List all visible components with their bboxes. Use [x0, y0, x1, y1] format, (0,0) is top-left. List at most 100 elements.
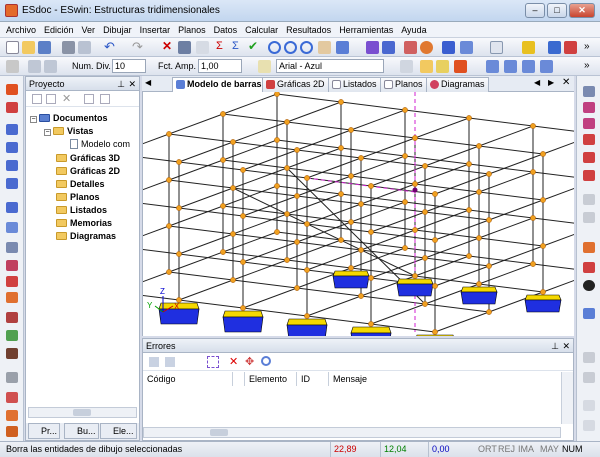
beam[interactable] [143, 133, 170, 154]
line-tool-icon[interactable] [6, 242, 18, 253]
load-tool-icon[interactable] [6, 160, 18, 171]
grid-tool-icon[interactable] [460, 41, 473, 54]
node[interactable] [176, 159, 182, 165]
beam-section-icon[interactable] [583, 194, 595, 205]
node[interactable] [412, 181, 418, 187]
node[interactable] [274, 183, 280, 189]
node[interactable] [486, 309, 492, 315]
node[interactable] [486, 263, 492, 269]
node[interactable] [476, 189, 482, 195]
snap-icon[interactable] [44, 60, 57, 73]
align-icon[interactable] [486, 60, 499, 73]
beam[interactable] [222, 93, 278, 115]
delete-doc-icon[interactable]: ✕ [62, 92, 71, 105]
node[interactable] [368, 321, 374, 327]
node[interactable] [466, 207, 472, 213]
node[interactable] [540, 151, 546, 157]
node[interactable] [220, 157, 226, 163]
node[interactable] [240, 213, 246, 219]
node[interactable] [348, 219, 354, 225]
close-button[interactable]: ✕ [569, 3, 595, 18]
node-tool-icon[interactable] [6, 124, 18, 135]
node[interactable] [294, 239, 300, 245]
node[interactable] [432, 237, 438, 243]
node[interactable] [358, 155, 364, 161]
menu-edicion[interactable]: Edición [40, 22, 78, 38]
panel-close-icon[interactable]: ✕ [128, 77, 136, 91]
menu-dibujar[interactable]: Dibujar [99, 22, 136, 38]
collapse-icon[interactable]: − [44, 129, 51, 136]
paint-icon[interactable] [400, 60, 413, 73]
fct-amp-input[interactable]: 1,00 [198, 59, 242, 73]
beam[interactable] [242, 287, 298, 309]
flag-rej[interactable]: REJ [498, 442, 515, 457]
eraser-icon[interactable] [490, 41, 503, 54]
node[interactable] [348, 127, 354, 133]
node[interactable] [304, 267, 310, 273]
node[interactable] [240, 259, 246, 265]
node[interactable] [304, 313, 310, 319]
tree-diagramas[interactable]: Diagramas [56, 231, 116, 241]
snap-end-icon[interactable] [583, 118, 595, 129]
node[interactable] [166, 131, 172, 137]
beam[interactable] [168, 113, 224, 135]
scroll-thumb[interactable] [210, 429, 228, 436]
pen-icon[interactable] [196, 41, 209, 54]
tree-graficas3d[interactable]: Gráficas 3D [56, 153, 120, 163]
support-block[interactable] [286, 318, 328, 336]
node[interactable] [348, 265, 354, 271]
beam[interactable] [414, 117, 470, 139]
beam[interactable] [532, 217, 574, 226]
node[interactable] [284, 257, 290, 263]
collapse-icon[interactable]: − [30, 116, 37, 123]
menu-archivo[interactable]: Archivo [2, 22, 40, 38]
node[interactable] [540, 243, 546, 249]
support-block[interactable] [524, 294, 562, 313]
menu-datos[interactable]: Datos [210, 22, 242, 38]
structure-icon[interactable] [382, 41, 395, 54]
flag-num[interactable]: NUM [562, 442, 583, 457]
beam[interactable] [468, 117, 534, 127]
toolbar-overflow-icon[interactable]: » [584, 41, 597, 54]
color-fill-icon[interactable] [454, 60, 467, 73]
menu-ver[interactable]: Ver [78, 22, 100, 38]
paint-tool-icon[interactable] [6, 426, 18, 437]
beam[interactable] [143, 179, 170, 200]
errors-v-scrollbar[interactable] [561, 372, 573, 424]
next-error-icon[interactable] [165, 357, 175, 367]
wall-tool-icon[interactable] [6, 348, 18, 359]
clear-errors-icon[interactable]: ✕ [229, 355, 238, 368]
node[interactable] [338, 237, 344, 243]
tab-modelo-de-barras[interactable]: Modelo de barras [172, 77, 266, 92]
settings-icon[interactable] [6, 60, 19, 73]
redo-icon[interactable]: ↷ [132, 40, 145, 54]
node[interactable] [432, 191, 438, 197]
beam[interactable] [532, 171, 574, 180]
beam[interactable] [532, 125, 574, 134]
node[interactable] [166, 269, 172, 275]
view-icon[interactable] [583, 86, 595, 97]
node[interactable] [402, 153, 408, 159]
node[interactable] [274, 229, 280, 235]
beam[interactable] [340, 101, 406, 111]
beam[interactable] [306, 295, 362, 317]
support-block[interactable] [396, 278, 434, 297]
brick-tool-icon[interactable] [6, 312, 18, 323]
folder-icon[interactable] [420, 60, 433, 73]
node[interactable] [176, 251, 182, 257]
node[interactable] [530, 261, 536, 267]
tab-next-icon[interactable]: ▶ [548, 78, 554, 87]
node[interactable] [304, 221, 310, 227]
tab-diagramas[interactable]: Diagramas [426, 77, 489, 92]
t-section-icon[interactable] [583, 212, 595, 223]
beam[interactable] [286, 101, 342, 123]
beam[interactable] [434, 311, 490, 333]
pencil-tool-icon[interactable] [6, 276, 18, 287]
zoom-in-icon[interactable] [284, 41, 297, 54]
node[interactable] [540, 197, 546, 203]
menu-ayuda[interactable]: Ayuda [397, 22, 430, 38]
prev-error-icon[interactable] [149, 357, 159, 367]
node[interactable] [476, 235, 482, 241]
select-all-icon[interactable] [207, 356, 219, 368]
slab-tool-icon[interactable] [6, 330, 18, 341]
